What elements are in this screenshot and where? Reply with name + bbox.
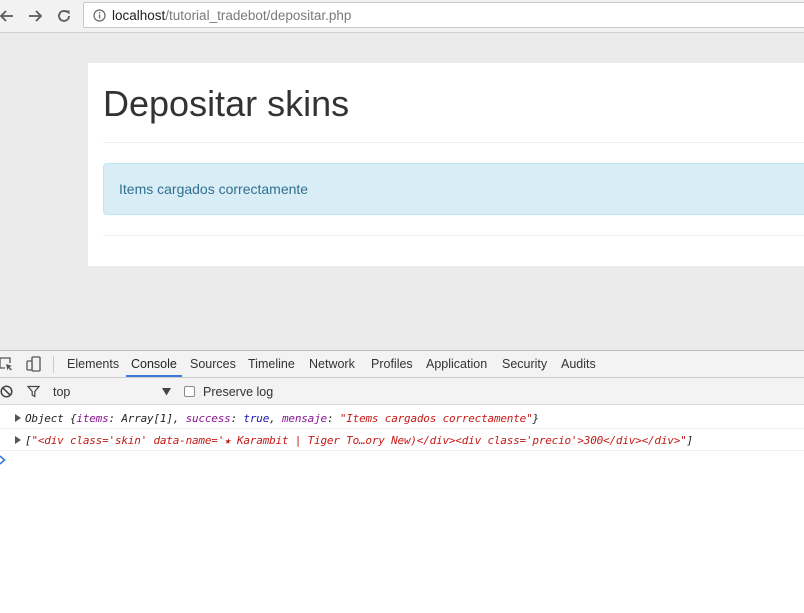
tab-elements[interactable]: Elements xyxy=(67,357,119,371)
active-tab-indicator xyxy=(126,375,182,377)
log-sep: : xyxy=(230,412,244,425)
console-message[interactable]: Object {items: Array[1], success: true, … xyxy=(0,407,804,429)
back-arrow-icon[interactable] xyxy=(0,5,18,27)
info-icon[interactable] xyxy=(93,9,106,22)
preserve-log-checkbox[interactable] xyxy=(184,386,195,397)
log-prefix: Object { xyxy=(25,412,77,425)
content-panel: Depositar skins Items cargados correctam… xyxy=(88,63,804,266)
tab-sources[interactable]: Sources xyxy=(190,357,236,371)
log-key: success xyxy=(185,412,231,425)
log-string: "<div class='skin' data-name='★ Karambit… xyxy=(31,434,687,447)
browser-toolbar: localhost/tutorial_tradebot/depositar.ph… xyxy=(0,0,804,33)
console-toolbar: top Preserve log xyxy=(0,378,804,405)
prompt-icon[interactable] xyxy=(0,455,7,465)
reload-icon[interactable] xyxy=(53,5,75,27)
info-alert: Items cargados correctamente xyxy=(103,163,804,215)
context-selector[interactable]: top xyxy=(46,382,176,402)
divider xyxy=(103,235,804,236)
tab-console[interactable]: Console xyxy=(131,357,177,371)
address-bar[interactable]: localhost/tutorial_tradebot/depositar.ph… xyxy=(83,2,804,28)
page-title: Depositar skins xyxy=(103,83,350,124)
log-array-text: ["<div class='skin' data-name='★ Karambi… xyxy=(25,434,693,447)
clear-console-icon[interactable] xyxy=(0,385,13,398)
tab-profiles[interactable]: Profiles xyxy=(371,357,413,371)
url-path: /tutorial_tradebot/depositar.php xyxy=(165,8,352,23)
log-boolean: true xyxy=(243,412,270,425)
context-label: top xyxy=(53,385,71,399)
tab-application[interactable]: Application xyxy=(426,357,487,371)
forward-arrow-icon[interactable] xyxy=(24,5,46,27)
url-host: localhost xyxy=(112,8,166,23)
log-key: mensaje xyxy=(281,412,327,425)
divider xyxy=(103,142,804,143)
tab-audits[interactable]: Audits xyxy=(561,357,596,371)
devtools-panel: Elements Console Sources Timeline Networ… xyxy=(0,350,804,613)
log-string: "Items cargados correctamente" xyxy=(339,412,533,425)
url-text: localhost/tutorial_tradebot/depositar.ph… xyxy=(112,8,351,23)
log-bracket: ] xyxy=(686,434,694,447)
log-suffix: } xyxy=(532,412,540,425)
tab-network[interactable]: Network xyxy=(309,357,355,371)
log-object-text: Object {items: Array[1], success: true, … xyxy=(25,412,539,425)
page-viewport: Depositar skins Items cargados correctam… xyxy=(0,33,804,350)
expand-triangle-icon[interactable] xyxy=(14,414,22,422)
tab-security[interactable]: Security xyxy=(502,357,547,371)
device-toolbar-icon[interactable] xyxy=(26,356,42,372)
filter-icon[interactable] xyxy=(27,385,40,398)
log-value: : Array[1], xyxy=(108,412,186,425)
console-output: Object {items: Array[1], success: true, … xyxy=(0,405,804,613)
log-sep: , xyxy=(269,412,282,425)
inspect-icon[interactable] xyxy=(0,356,14,372)
expand-triangle-icon[interactable] xyxy=(14,436,22,444)
preserve-log-label: Preserve log xyxy=(203,385,274,399)
dropdown-arrow-icon xyxy=(162,388,171,396)
alert-text: Items cargados correctamente xyxy=(119,181,309,197)
log-key: items xyxy=(76,412,109,425)
log-sep: : xyxy=(326,412,340,425)
separator xyxy=(53,356,54,373)
devtools-tab-bar: Elements Console Sources Timeline Networ… xyxy=(0,351,804,378)
tab-timeline[interactable]: Timeline xyxy=(248,357,295,371)
console-message[interactable]: ["<div class='skin' data-name='★ Karambi… xyxy=(0,429,804,451)
